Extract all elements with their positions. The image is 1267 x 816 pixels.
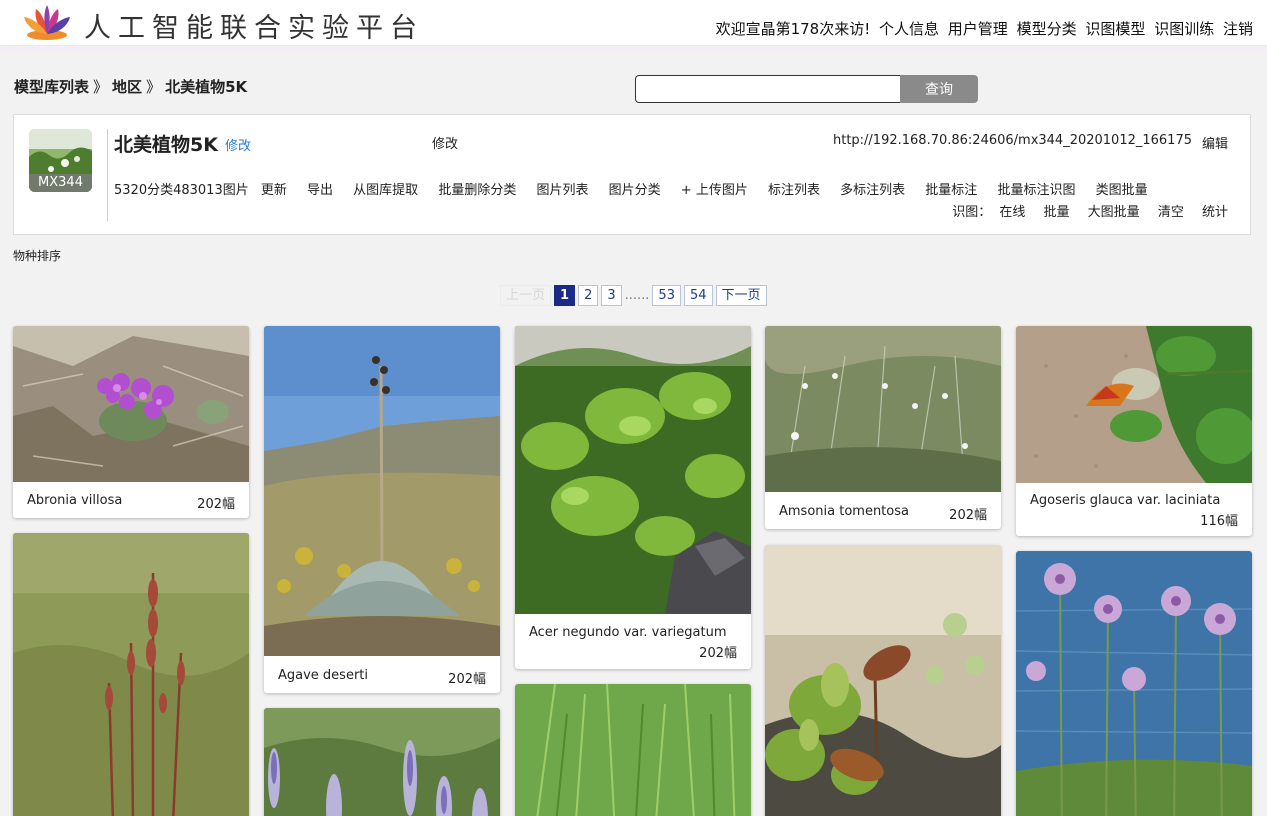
breadcrumb-current: 北美植物5K bbox=[165, 78, 248, 96]
pager-prev: 上一页 bbox=[500, 285, 552, 306]
search-input[interactable] bbox=[635, 75, 900, 103]
nav-recognition-model[interactable]: 识图模型 bbox=[1085, 20, 1145, 38]
species-photo bbox=[13, 326, 249, 482]
recognition-bar: 识图： 在线 批量 大图批量 清空 统计 bbox=[952, 201, 1228, 220]
header-band bbox=[0, 46, 1267, 52]
breadcrumb-region[interactable]: 地区 bbox=[112, 78, 142, 96]
recog-online[interactable]: 在线 bbox=[999, 205, 1025, 220]
species-card-amsonia-tomentosa[interactable]: Amsonia tomentosa 202幅 bbox=[765, 326, 1001, 529]
pager-page[interactable]: 53 bbox=[652, 285, 681, 306]
action-upload-images[interactable]: + 上传图片 bbox=[681, 183, 748, 198]
species-photo bbox=[264, 326, 500, 656]
species-card-moss[interactable] bbox=[765, 545, 1001, 816]
title-edit-link[interactable]: 修改 bbox=[225, 135, 251, 154]
breadcrumb-separator: 》 bbox=[146, 78, 162, 96]
model-url: http://192.168.70.86:24606/mx344_2020101… bbox=[832, 133, 1192, 148]
species-photo bbox=[1016, 326, 1252, 483]
site-title: 人工智能联合实验平台 bbox=[84, 13, 424, 44]
pager-page[interactable]: 2 bbox=[578, 285, 599, 306]
action-batch-annotate-recognize[interactable]: 批量标注识图 bbox=[997, 183, 1075, 198]
species-photo bbox=[765, 326, 1001, 492]
model-info-panel: MX344 北美植物5K 修改 修改 http://192.168.70.86:… bbox=[13, 114, 1251, 235]
recognition-label: 识图： bbox=[952, 205, 992, 220]
species-name: Abronia villosa bbox=[27, 493, 123, 508]
species-card-grass[interactable] bbox=[515, 684, 751, 816]
species-photo bbox=[515, 326, 751, 614]
top-header: 人工智能联合实验平台 欢迎宣晶第178次来访! 个人信息 用户管理 模型分类 识… bbox=[0, 0, 1267, 46]
species-name: Acer negundo var. variegatum bbox=[529, 625, 727, 640]
vertical-divider bbox=[107, 129, 108, 221]
species-name: Amsonia tomentosa bbox=[779, 504, 909, 519]
model-thumbnail[interactable]: MX344 bbox=[29, 129, 92, 192]
species-card-sorrel[interactable] bbox=[13, 533, 249, 816]
nav-user-management[interactable]: 用户管理 bbox=[948, 20, 1008, 38]
nav-model-category[interactable]: 模型分类 bbox=[1017, 20, 1077, 38]
action-export[interactable]: 导出 bbox=[307, 183, 333, 198]
action-update[interactable]: 更新 bbox=[261, 183, 287, 198]
welcome-text: 欢迎宣晶第178次来访! bbox=[715, 20, 871, 38]
species-photo bbox=[13, 533, 249, 816]
species-card-flowering-rush[interactable] bbox=[1016, 551, 1252, 816]
action-image-list[interactable]: 图片列表 bbox=[536, 183, 588, 198]
action-image-classify[interactable]: 图片分类 bbox=[609, 183, 661, 198]
pager-next[interactable]: 下一页 bbox=[715, 285, 767, 306]
nav-logout[interactable]: 注销 bbox=[1223, 20, 1253, 38]
breadcrumb-separator: 》 bbox=[93, 78, 109, 96]
recog-large-image-batch[interactable]: 大图批量 bbox=[1088, 205, 1140, 220]
species-photo bbox=[515, 684, 751, 816]
species-card-abronia-villosa[interactable]: Abronia villosa 202幅 bbox=[13, 326, 249, 518]
species-image-count: 116幅 bbox=[1200, 514, 1238, 529]
pager-page[interactable]: 1 bbox=[554, 285, 576, 306]
breadcrumb-model-list[interactable]: 模型库列表 bbox=[14, 78, 89, 96]
action-batch-annotate[interactable]: 批量标注 bbox=[925, 183, 977, 198]
action-extract-from-gallery[interactable]: 从图库提取 bbox=[353, 183, 418, 198]
species-card-lupine[interactable] bbox=[264, 708, 500, 816]
top-nav: 欢迎宣晶第178次来访! 个人信息 用户管理 模型分类 识图模型 识图训练 注销 bbox=[716, 18, 1253, 39]
species-photo bbox=[1016, 551, 1252, 816]
pagination: 上一页 1 2 3...... 53 54 下一页 bbox=[500, 285, 770, 307]
species-card-agoseris-glauca[interactable]: Agoseris glauca var. laciniata 116幅 bbox=[1016, 326, 1252, 536]
breadcrumb: 模型库列表》地区》北美植物5K bbox=[14, 76, 247, 97]
nav-profile[interactable]: 个人信息 bbox=[879, 20, 939, 38]
action-annotation-list[interactable]: 标注列表 bbox=[768, 183, 820, 198]
species-image-count: 202幅 bbox=[949, 508, 987, 523]
recog-statistics[interactable]: 统计 bbox=[1202, 205, 1228, 220]
model-title: 北美植物5K bbox=[114, 134, 218, 156]
species-image-count: 202幅 bbox=[699, 646, 737, 661]
model-code: MX344 bbox=[29, 174, 92, 192]
species-photo bbox=[264, 708, 500, 816]
edit-button[interactable]: 修改 bbox=[432, 133, 458, 152]
search-button[interactable]: 查询 bbox=[900, 75, 978, 103]
nav-recognition-training[interactable]: 识图训练 bbox=[1154, 20, 1214, 38]
species-card-acer-negundo[interactable]: Acer negundo var. variegatum 202幅 bbox=[515, 326, 751, 669]
model-action-bar: 5320分类483013图片 更新 导出 从图库提取 批量删除分类 图片列表 图… bbox=[114, 179, 1164, 198]
recog-clear[interactable]: 清空 bbox=[1158, 205, 1184, 220]
action-multi-annotation-list[interactable]: 多标注列表 bbox=[840, 183, 905, 198]
model-stats: 5320分类483013图片 bbox=[114, 183, 249, 198]
species-name: Agave deserti bbox=[278, 668, 369, 683]
url-edit-button[interactable]: 编辑 bbox=[1202, 133, 1228, 152]
pager-page[interactable]: 54 bbox=[683, 285, 713, 306]
species-photo bbox=[765, 545, 1001, 816]
action-batch-delete-categories[interactable]: 批量删除分类 bbox=[438, 183, 516, 198]
species-name: Agoseris glauca var. laciniata bbox=[1030, 493, 1221, 508]
pager-ellipsis: ...... bbox=[624, 288, 650, 303]
species-card-agave-deserti[interactable]: Agave deserti 202幅 bbox=[264, 326, 500, 693]
species-sort-link[interactable]: 物种排序 bbox=[13, 247, 61, 264]
pager-page[interactable]: 3 bbox=[601, 285, 622, 306]
action-category-image-batch[interactable]: 类图批量 bbox=[1096, 183, 1148, 198]
lotus-logo-icon bbox=[20, 3, 74, 43]
recog-batch[interactable]: 批量 bbox=[1044, 205, 1070, 220]
species-image-count: 202幅 bbox=[197, 497, 235, 512]
species-image-count: 202幅 bbox=[448, 672, 486, 687]
